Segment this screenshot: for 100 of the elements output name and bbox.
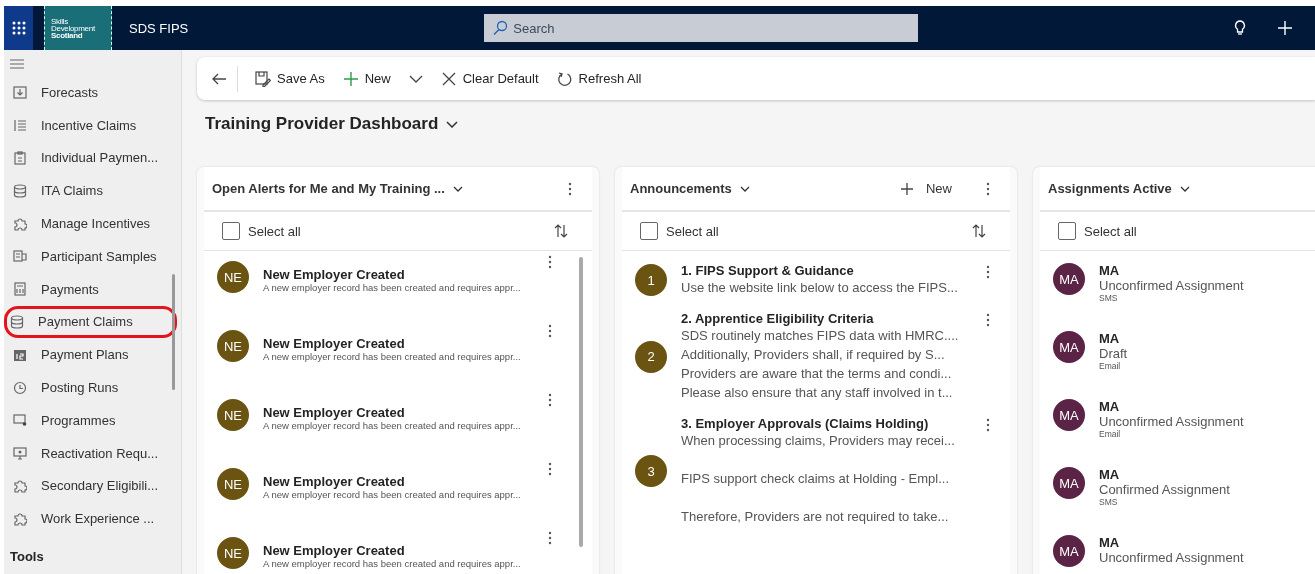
item-summary: A new employer record has been created and requires appr... (263, 489, 521, 500)
waffle-icon (11, 21, 26, 35)
list-item[interactable]: NE New Employer Created A new employer record has been created and requires appr... (204, 255, 592, 324)
list-item[interactable]: NE New Employer Created A new employer record has been created and requires appr... (204, 393, 592, 462)
clock-icon (13, 380, 27, 395)
select-all-label: Select all (248, 223, 301, 239)
more-icon[interactable] (548, 462, 552, 476)
list-item[interactable]: MA MA Confirmed Assignment SMS (1040, 455, 1315, 523)
item-summary: A new employer record has been created and requires appr... (263, 282, 521, 293)
nav-item[interactable]: Participant Samples (4, 240, 177, 273)
item-name: MA (1099, 399, 1121, 414)
item-text: Please also ensure that any staff involved in t... (681, 384, 954, 402)
chevron-down-icon[interactable] (408, 74, 423, 83)
list-item[interactable]: NE New Employer Created A new employer record has been created and requires appr... (204, 324, 592, 393)
item-channel: Email (1099, 361, 1122, 371)
nav-item[interactable]: Reactivation Requ... (4, 436, 177, 470)
more-icon[interactable] (986, 313, 990, 327)
nav-item[interactable]: Forecasts (4, 76, 177, 109)
nav-item[interactable]: Payments (4, 272, 177, 306)
item-title: New Employer Created (263, 543, 406, 558)
item-title: New Employer Created (263, 474, 406, 489)
nav-item[interactable]: Incentive Claims (4, 108, 177, 142)
item-name: MA (1099, 263, 1121, 278)
save-as-icon (255, 70, 271, 87)
scrollbar[interactable] (172, 274, 175, 390)
app-launcher-button[interactable] (4, 6, 33, 50)
toolbar-button[interactable]: Refresh All (547, 70, 651, 87)
more-icon[interactable] (548, 393, 552, 407)
list-item[interactable]: MA MA Draft Email (1040, 319, 1315, 387)
item-text: FIPS support check claims at Holding - Empl... (681, 470, 951, 488)
item-status: Unconfirmed Assignment (1099, 414, 1244, 429)
nav-item[interactable]: Payment Claims (4, 305, 177, 339)
list-item[interactable]: MA MA Unconfirmed Assignment SMS (1040, 251, 1315, 319)
back-button[interactable] (211, 65, 238, 92)
nav-item[interactable]: Programmes (4, 403, 177, 437)
chevron-down-icon (1179, 185, 1190, 192)
item-title: 1. FIPS Support & Guidance (681, 263, 855, 278)
more-icon[interactable] (986, 265, 990, 279)
item-channel: SMS (1099, 497, 1119, 507)
more-icon[interactable] (548, 531, 552, 545)
toolbar-button[interactable]: New (333, 70, 400, 87)
nav-item[interactable]: Individual Paymen... (4, 141, 177, 175)
item-title: New Employer Created (263, 267, 406, 282)
sort-icon[interactable] (972, 224, 986, 238)
section-heading: Tools (9, 549, 45, 565)
list-item[interactable]: MA MA Unconfirmed Assignment Email (1040, 387, 1315, 455)
calendar-icon (13, 347, 27, 362)
more-icon[interactable] (568, 181, 572, 196)
select-all-label: Select all (666, 223, 719, 239)
item-status: Unconfirmed Assignment (1099, 278, 1244, 293)
avatar: NE (217, 330, 249, 362)
list-item[interactable]: 3 3. Employer Approvals (Claims Holding) When processing claims, Providers may recei... FIPS support check claims at Holding - Empl... Therefore, Providers are not required to take... (622, 416, 1010, 526)
list-item[interactable]: 1 1. FIPS Support & Guidance Use the website link below to access the FIPS... (622, 263, 1010, 297)
item-summary: A new employer record has been created and requires appr... (263, 420, 521, 431)
checkbox[interactable] (1058, 222, 1076, 240)
database-icon (10, 314, 24, 329)
refresh-icon (556, 70, 573, 87)
item-channel: Email (1099, 429, 1122, 439)
item-channel: SMS (1099, 293, 1119, 303)
checkbox[interactable] (640, 222, 658, 240)
item-title: New Employer Created (263, 336, 406, 351)
app-name: SDS FIPS (129, 20, 189, 36)
item-text: SDS routinely matches FIPS data with HMRC.... (681, 327, 959, 345)
new-button[interactable]: New (900, 181, 952, 196)
plus-icon[interactable] (1277, 20, 1293, 36)
view-selector[interactable]: Announcements (630, 181, 750, 196)
avatar: 1 (635, 264, 667, 296)
nav-item[interactable]: Secondary Eligibili... (4, 469, 177, 503)
chevron-down-icon[interactable] (446, 120, 459, 128)
card-icon (13, 249, 27, 264)
sort-icon[interactable] (554, 224, 568, 238)
toolbar-button[interactable]: Clear Default (431, 70, 548, 87)
more-icon[interactable] (548, 324, 552, 338)
list-item[interactable]: MA MA Unconfirmed Assignment (1040, 523, 1315, 574)
more-icon[interactable] (986, 181, 990, 196)
view-selector[interactable]: Assignments Active (1048, 181, 1190, 196)
item-name: MA (1099, 331, 1121, 346)
clipboard-icon (13, 151, 27, 165)
plus-icon (900, 181, 914, 196)
toolbar-button[interactable]: Save As (246, 70, 334, 87)
avatar: NE (217, 468, 249, 500)
nav-item[interactable]: Work Experience ... (4, 502, 177, 536)
nav-item[interactable]: Manage Incentives (4, 207, 177, 240)
search-field[interactable]: Search (484, 14, 919, 42)
lightbulb-icon[interactable] (1233, 19, 1247, 37)
avatar: MA (1053, 331, 1085, 363)
item-text: When processing claims, Providers may recei... (681, 432, 955, 450)
checkbox[interactable] (222, 222, 240, 240)
nav-item[interactable]: ITA Claims (4, 174, 177, 208)
more-icon[interactable] (548, 255, 552, 269)
item-name: MA (1099, 467, 1121, 482)
more-icon[interactable] (986, 418, 990, 432)
select-all-label: Select all (1084, 223, 1137, 239)
list-item[interactable]: NE New Employer Created A new employer record has been created and requires appr... (204, 531, 592, 574)
list-item[interactable]: NE New Employer Created A new employer record has been created and requires appr... (204, 462, 592, 531)
nav-item[interactable]: Payment Plans (4, 338, 177, 372)
avatar: 3 (635, 455, 667, 487)
scrollbar[interactable] (579, 257, 583, 547)
nav-item[interactable]: Posting Runs (4, 371, 177, 404)
monitor-icon (13, 446, 27, 461)
